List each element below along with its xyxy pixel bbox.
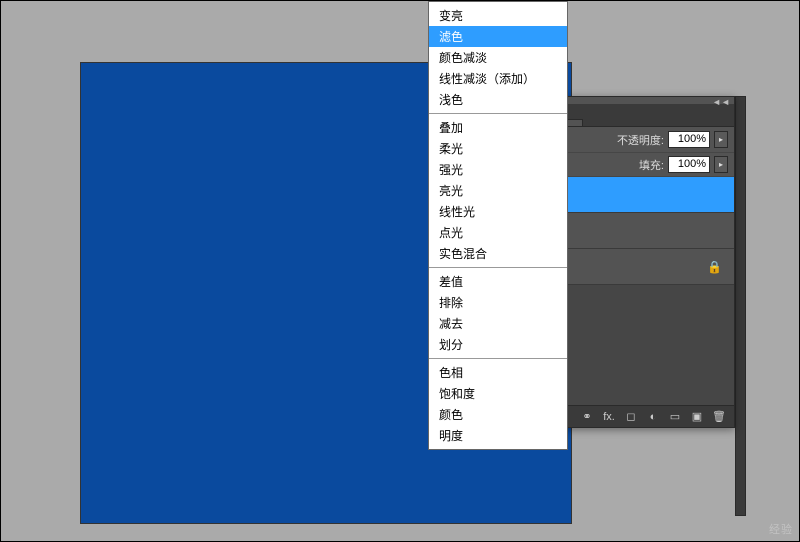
layers-area: 🔒 <box>561 177 734 405</box>
panel-header[interactable]: ◄◄ <box>561 97 734 105</box>
blend-item-lighten[interactable]: 变亮 <box>429 5 567 26</box>
fill-value[interactable]: 100% <box>668 156 710 173</box>
layer-row[interactable] <box>561 213 734 249</box>
panel-tabs <box>561 105 734 127</box>
blend-item-difference[interactable]: 差值 <box>429 271 567 292</box>
blend-item-saturation[interactable]: 饱和度 <box>429 383 567 404</box>
blend-item-subtract[interactable]: 减去 <box>429 313 567 334</box>
blend-item-pin-light[interactable]: 点光 <box>429 222 567 243</box>
blend-item-vivid-light[interactable]: 亮光 <box>429 180 567 201</box>
blend-group-component: 色相 饱和度 颜色 明度 <box>429 359 567 449</box>
watermark-text: 经验 <box>769 521 793 537</box>
blend-item-hue[interactable]: 色相 <box>429 362 567 383</box>
blend-item-exclusion[interactable]: 排除 <box>429 292 567 313</box>
blend-item-hard-mix[interactable]: 实色混合 <box>429 243 567 264</box>
layer-row-active[interactable] <box>561 177 734 213</box>
blend-item-color[interactable]: 颜色 <box>429 404 567 425</box>
blend-item-divide[interactable]: 划分 <box>429 334 567 355</box>
collapse-icon[interactable]: ◄◄ <box>712 97 730 107</box>
opacity-arrow-icon[interactable]: ▸ <box>714 131 728 148</box>
opacity-value[interactable]: 100% <box>668 131 710 148</box>
link-layers-icon[interactable]: ⚭ <box>578 409 596 425</box>
fx-icon[interactable]: fx. <box>600 409 618 425</box>
blend-mode-dropdown: 变亮 滤色 颜色减淡 线性减淡（添加） 浅色 叠加 柔光 强光 亮光 线性光 点… <box>428 1 568 450</box>
blend-item-lighter-color[interactable]: 浅色 <box>429 89 567 110</box>
blend-item-linear-light[interactable]: 线性光 <box>429 201 567 222</box>
opacity-label: 不透明度: <box>617 132 664 148</box>
fill-label: 填充: <box>639 157 664 173</box>
adjustment-icon[interactable]: ◐ <box>644 409 662 425</box>
blend-item-linear-dodge[interactable]: 线性减淡（添加） <box>429 68 567 89</box>
layer-row-background[interactable]: 🔒 <box>561 249 734 285</box>
lock-icon: 🔒 <box>707 260 722 274</box>
blend-item-color-dodge[interactable]: 颜色减淡 <box>429 47 567 68</box>
blend-group-difference: 差值 排除 减去 划分 <box>429 268 567 359</box>
folder-icon[interactable]: ▭ <box>666 409 684 425</box>
new-layer-icon[interactable]: ▣ <box>688 409 706 425</box>
layers-panel: ◄◄ 不透明度: 100% ▸ 填充: 100% ▸ 🔒 ⚭ fx. ◻ ◐ ▭… <box>560 96 735 428</box>
blend-item-screen[interactable]: 滤色 <box>429 26 567 47</box>
layers-empty-area <box>561 285 734 405</box>
mask-icon[interactable]: ◻ <box>622 409 640 425</box>
blend-item-hard-light[interactable]: 强光 <box>429 159 567 180</box>
opacity-row: 不透明度: 100% ▸ <box>561 127 734 153</box>
blend-item-luminosity[interactable]: 明度 <box>429 425 567 446</box>
blend-item-overlay[interactable]: 叠加 <box>429 117 567 138</box>
blend-item-soft-light[interactable]: 柔光 <box>429 138 567 159</box>
fill-arrow-icon[interactable]: ▸ <box>714 156 728 173</box>
blend-group-lighten: 变亮 滤色 颜色减淡 线性减淡（添加） 浅色 <box>429 2 567 114</box>
lock-row: 填充: 100% ▸ <box>561 153 734 177</box>
trash-icon[interactable]: 🗑 <box>710 409 728 425</box>
panel-footer: ⚭ fx. ◻ ◐ ▭ ▣ 🗑 <box>561 405 734 427</box>
blend-group-overlay: 叠加 柔光 强光 亮光 线性光 点光 实色混合 <box>429 114 567 268</box>
panel-dock-strip[interactable] <box>735 96 746 516</box>
